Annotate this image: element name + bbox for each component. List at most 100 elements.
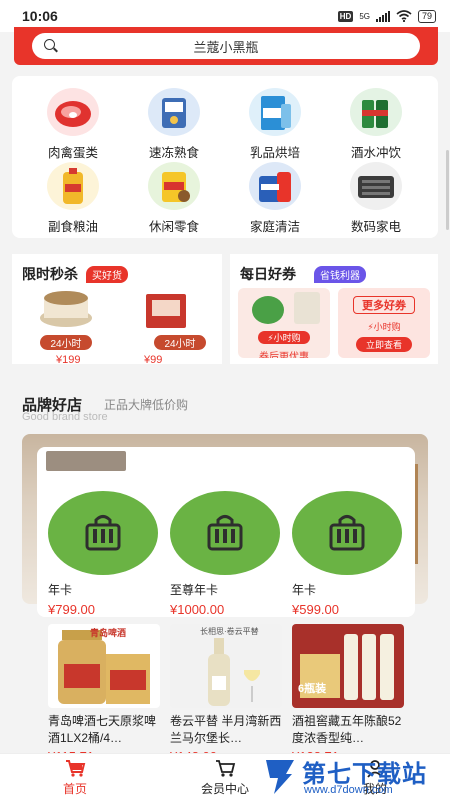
card-circle xyxy=(48,491,158,575)
signal-icon xyxy=(375,10,390,22)
category-snacks[interactable]: 休闲零食 xyxy=(124,162,224,235)
product-card[interactable]: 6瓶装 酒祖窖藏五年陈酿52度浓香型纯… ¥138.71 xyxy=(292,624,404,764)
product-name: 卷云平替 半月湾新西兰马尔堡长… xyxy=(170,714,282,745)
category-label: 速冻熟食 xyxy=(148,146,199,160)
coupon-badge-text: 小时购 xyxy=(273,333,301,343)
cart-icon xyxy=(216,759,236,777)
category-label: 家庭清洁 xyxy=(249,220,300,234)
product-gift-box-icon xyxy=(146,294,186,328)
coupon-caption: 券后更优惠 xyxy=(259,352,309,358)
product-name: 青岛啤酒七天原浆啤酒1LX2桶/4… xyxy=(48,714,157,745)
category-cleaning[interactable]: 家庭清洁 xyxy=(225,162,325,235)
view-now-button[interactable]: 立即查看 xyxy=(356,337,412,352)
category-label: 休闲零食 xyxy=(148,220,199,234)
card-name: 年卡 xyxy=(48,583,73,597)
beer-product-image: 青岛啤酒 xyxy=(48,624,160,708)
product-card[interactable]: 青岛啤酒 青岛啤酒七天原浆啤酒1LX2桶/4… ¥115.71 xyxy=(48,624,160,764)
coupon-badge: ⚡小时购 xyxy=(367,322,401,332)
hd-icon: HD xyxy=(337,10,354,22)
flash-sale-card[interactable]: 限时秒杀 买好货 24小时 ¥199 24小时 ¥99 xyxy=(12,254,222,366)
brand-store-subtitle: 正品大牌低价购 xyxy=(104,398,189,412)
coupon-left[interactable]: ⚡小时购 券后更优惠 xyxy=(238,288,330,358)
cleaning-icon xyxy=(249,162,301,210)
card-price: ¥1000.00 xyxy=(170,602,225,617)
search-input[interactable]: 兰蔻小黑瓶 xyxy=(32,33,420,59)
more-coupons-title: 更多好券 xyxy=(353,296,415,314)
flash-badge: 24小时 xyxy=(40,335,92,350)
dairy-icon xyxy=(249,88,301,136)
category-meat[interactable]: 肉禽蛋类 xyxy=(23,88,123,161)
drinks-icon xyxy=(350,88,402,136)
card-price: ¥799.00 xyxy=(48,602,95,617)
liquor-product-image: 6瓶装 xyxy=(292,624,404,708)
brand-store-english: Good brand store xyxy=(22,411,108,423)
daily-coupon-title: 每日好券 xyxy=(240,266,296,282)
flash-price: ¥199 xyxy=(56,354,81,366)
watermark-logo-icon xyxy=(266,760,294,794)
product-image-label: 青岛啤酒 xyxy=(90,628,127,638)
watermark: 第七下载站 www.d7down.com xyxy=(256,752,450,800)
meat-icon xyxy=(47,88,99,136)
category-label: 酒水冲饮 xyxy=(350,146,401,160)
product-image-label: 6瓶装 xyxy=(298,683,327,695)
category-label: 副食粮油 xyxy=(47,220,98,234)
category-dairy[interactable]: 乳品烘培 xyxy=(225,88,325,161)
tab-label: 首页 xyxy=(62,781,87,796)
flash-badge-text: 24小时 xyxy=(50,339,82,350)
category-drinks[interactable]: 酒水冲饮 xyxy=(326,88,426,161)
category-appliance[interactable]: 数码家电 xyxy=(326,162,426,235)
shopping-bag-icon xyxy=(85,515,121,551)
coupon-badge: ⚡小时购 xyxy=(258,331,310,344)
card-name: 至尊年卡 xyxy=(170,583,219,597)
card-circle xyxy=(292,491,402,575)
frozen-food-icon xyxy=(148,88,200,136)
watermark-url: www.d7down.com xyxy=(304,784,393,796)
flash-sale-item[interactable]: 24小时 ¥99 xyxy=(134,288,214,366)
wifi-icon xyxy=(396,10,412,22)
card-circle xyxy=(170,491,280,575)
flash-badge-text: 24小时 xyxy=(164,339,196,350)
network-label: 5G xyxy=(359,11,370,21)
appliance-icon xyxy=(350,162,402,210)
daily-coupon-tag: 省钱利器 xyxy=(314,266,366,283)
category-grid: 肉禽蛋类 速冻熟食 乳品烘培 酒水冲饮 副食粮油 休闲零食 家庭清洁 数码家电 xyxy=(12,76,438,238)
category-label: 数码家电 xyxy=(350,220,401,234)
tab-home[interactable]: 首页 xyxy=(0,754,150,800)
tab-label: 会员中心 xyxy=(200,781,249,796)
flash-price: ¥99 xyxy=(144,354,163,366)
product-name: 酒祖窖藏五年陈酿52度浓香型纯… xyxy=(292,714,402,745)
shopping-bag-icon xyxy=(207,515,243,551)
snacks-icon xyxy=(148,162,200,210)
vegetable-icon xyxy=(252,292,320,324)
shopping-bag-icon xyxy=(329,515,365,551)
status-icons: HD 5G 79 xyxy=(337,9,436,23)
product-card[interactable]: 长相思·卷云平替 卷云平替 半月湾新西兰马尔堡长… ¥148.00 xyxy=(170,624,282,764)
scrollbar[interactable] xyxy=(446,150,449,230)
flash-sale-title: 限时秒杀 xyxy=(22,266,78,282)
flash-sale-tag: 买好货 xyxy=(86,266,128,283)
flash-badge: 24小时 xyxy=(154,335,206,350)
product-image-label: 长相思·卷云平替 xyxy=(200,627,259,636)
search-icon xyxy=(44,39,58,53)
daily-coupon-card[interactable]: 每日好券 省钱利器 ⚡小时购 券后更优惠 更多好券 ⚡小时购 立即查看 xyxy=(230,254,438,364)
category-oil[interactable]: 副食粮油 xyxy=(23,162,123,235)
member-card[interactable]: 年卡 ¥799.00 xyxy=(48,491,158,617)
search-header: 兰蔻小黑瓶 xyxy=(14,27,438,65)
member-card[interactable]: 年卡 ¥599.00 xyxy=(292,491,402,617)
search-placeholder: 兰蔻小黑瓶 xyxy=(193,39,259,55)
flash-sale-item[interactable]: 24小时 ¥199 xyxy=(30,288,110,366)
product-cream-icon xyxy=(40,291,92,327)
home-cart-icon xyxy=(66,759,86,777)
member-card[interactable]: 至尊年卡 ¥1000.00 xyxy=(170,491,280,617)
category-label: 乳品烘培 xyxy=(249,146,300,160)
wine-product-image: 长相思·卷云平替 xyxy=(170,624,282,708)
store-logo xyxy=(46,451,126,471)
coupon-right[interactable]: 更多好券 ⚡小时购 立即查看 xyxy=(338,288,430,358)
coupon-badge-text: 小时购 xyxy=(373,322,401,332)
battery-icon: 79 xyxy=(417,9,436,23)
category-label: 肉禽蛋类 xyxy=(47,146,98,160)
card-name: 年卡 xyxy=(292,583,317,597)
card-price: ¥599.00 xyxy=(292,602,339,617)
status-time: 10:06 xyxy=(22,8,58,24)
category-frozen[interactable]: 速冻熟食 xyxy=(124,88,224,161)
